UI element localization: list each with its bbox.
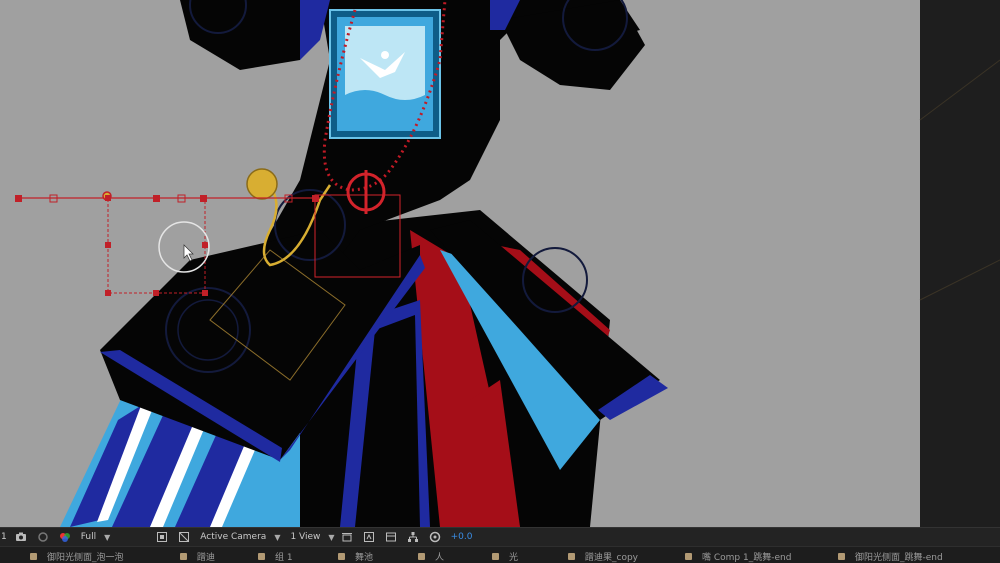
flowchart-icon[interactable] [407,528,423,546]
layer-color-swatch [258,553,265,560]
layer-item[interactable]: 嘴 Comp 1_跳舞-end [685,550,791,563]
composition-canvas[interactable] [0,0,1000,527]
exposure-reset-icon[interactable] [429,528,445,546]
chevron-down-icon: ▼ [104,532,111,542]
layer-name: 光 [509,553,519,563]
chevron-down-icon: ▼ [274,532,281,542]
layer-name: 舞池 [355,553,374,563]
view-layout-value: 1 View [290,532,321,542]
layer-item[interactable]: 组 1 [258,550,293,563]
resolution-dropdown[interactable]: Full ▼ [81,528,111,546]
layer-item[interactable]: 御阳光侧面_跳舞-end [838,550,943,563]
snapshot-camera-icon[interactable] [15,528,31,546]
show-snapshot-icon[interactable] [37,528,53,546]
layer-item[interactable]: 御阳光侧面_泡一泡 [30,550,124,563]
layer-name: 组 1 [275,553,293,563]
layer-color-swatch [418,553,425,560]
exposure-value[interactable]: +0.0 [451,528,473,546]
viewer-toolbar: 1 Full ▼ Active Camera ▼ 1 View ▼ +0.0 [0,527,1000,546]
camera-view-dropdown[interactable]: Active Camera ▼ [200,528,280,546]
camera-view-value: Active Camera [200,532,267,542]
layer-color-swatch [568,553,575,560]
layer-item[interactable]: 光 [492,550,518,563]
layer-color-swatch [180,553,187,560]
frame-number: 1 [1,532,7,542]
layer-name: 御阳光侧面_跳舞-end [855,553,943,563]
layer-name: 蹭迪果_copy [585,553,638,563]
toggle-pixel-aspect-icon[interactable] [341,528,357,546]
layer-item[interactable]: 蹭迪果_copy [568,550,638,563]
region-of-interest-icon[interactable] [156,528,172,546]
fast-previews-icon[interactable] [363,528,379,546]
layer-name: 蹭迪 [197,553,216,563]
layer-color-swatch [685,553,692,560]
view-layout-dropdown[interactable]: 1 View ▼ [290,528,334,546]
layer-color-swatch [30,553,37,560]
layer-item[interactable]: 舞池 [338,550,373,563]
after-effects-composition-window: 1 Full ▼ Active Camera ▼ 1 View ▼ +0.0 御… [0,0,1000,563]
layer-color-swatch [838,553,845,560]
chevron-down-icon: ▼ [328,532,335,542]
pasteboard [920,0,1000,527]
layer-name: 御阳光侧面_泡一泡 [47,553,124,563]
transparency-grid-icon[interactable] [178,528,194,546]
timeline-layer-strip: 御阳光侧面_泡一泡 蹭迪 组 1 舞池 人 光 蹭迪果_copy 嘴 Comp … [0,546,1000,563]
layer-name: 人 [435,553,445,563]
layer-color-swatch [338,553,345,560]
layer-name: 嘴 Comp 1_跳舞-end [702,553,792,563]
timeline-icon[interactable] [385,528,401,546]
layer-color-swatch [492,553,499,560]
color-channel-icon[interactable] [59,528,75,546]
layer-item[interactable]: 蹭迪 [180,550,215,563]
layer-item[interactable]: 人 [418,550,444,563]
crane-badge [329,9,441,139]
composition-viewer[interactable] [0,0,1000,527]
resolution-value: Full [80,532,97,542]
